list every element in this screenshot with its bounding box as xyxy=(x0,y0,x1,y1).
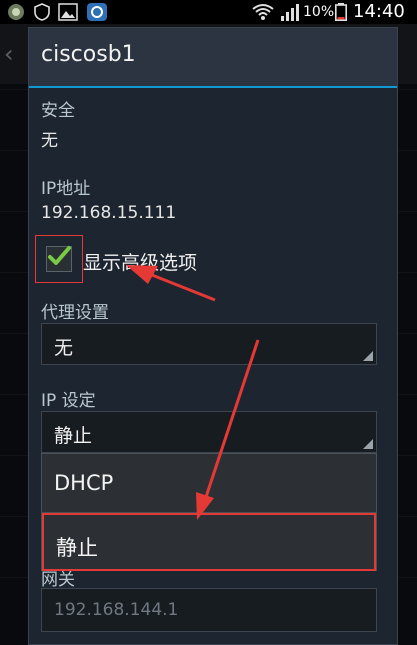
option-static[interactable]: 静止 xyxy=(42,513,376,571)
ip-address-label: IP地址 xyxy=(41,179,91,199)
proxy-settings-value: 无 xyxy=(54,337,74,359)
security-label: 安全 xyxy=(41,101,75,121)
ip-address-value: 192.168.15.111 xyxy=(41,203,177,223)
option-dhcp-label: DHCP xyxy=(54,471,114,495)
status-bar: 10% 14:40 xyxy=(0,0,417,24)
dropdown-corner-icon xyxy=(363,439,373,449)
ip-settings-label: IP 设定 xyxy=(41,391,96,411)
ip-settings-options-popup: DHCP 静止 xyxy=(41,453,377,571)
ip-settings-dropdown[interactable]: 静止 xyxy=(41,411,377,453)
battery-percent: 10% xyxy=(303,4,335,20)
show-advanced-checkbox[interactable] xyxy=(46,246,72,272)
option-dhcp[interactable]: DHCP xyxy=(42,454,376,512)
battery-icon xyxy=(335,3,347,21)
proxy-settings-label: 代理设置 xyxy=(41,303,109,323)
signal-icon xyxy=(281,4,299,21)
clock: 14:40 xyxy=(353,1,405,22)
checkmark-icon xyxy=(48,246,71,265)
title-divider xyxy=(29,86,397,88)
app-notification-icon xyxy=(8,4,24,20)
dialog-title: ciscosb1 xyxy=(41,42,136,67)
show-advanced-label[interactable]: 显示高级选项 xyxy=(83,248,197,275)
wifi-network-dialog: ciscosb1 安全 无 IP地址 192.168.15.111 显示高级选项… xyxy=(28,27,398,645)
option-static-label: 静止 xyxy=(56,536,98,560)
security-value: 无 xyxy=(41,131,58,151)
ip-settings-value: 静止 xyxy=(54,425,93,447)
gateway-placeholder: 192.168.144.1 xyxy=(54,600,179,620)
dropdown-corner-icon xyxy=(363,351,373,361)
vpn-app-icon xyxy=(87,3,107,21)
gateway-input[interactable]: 192.168.144.1 xyxy=(41,588,377,632)
shield-icon xyxy=(34,3,50,21)
proxy-settings-dropdown[interactable]: 无 xyxy=(41,323,377,365)
show-advanced-checkbox-highlight xyxy=(35,235,83,283)
wifi-icon xyxy=(252,4,274,20)
image-icon xyxy=(58,3,78,21)
